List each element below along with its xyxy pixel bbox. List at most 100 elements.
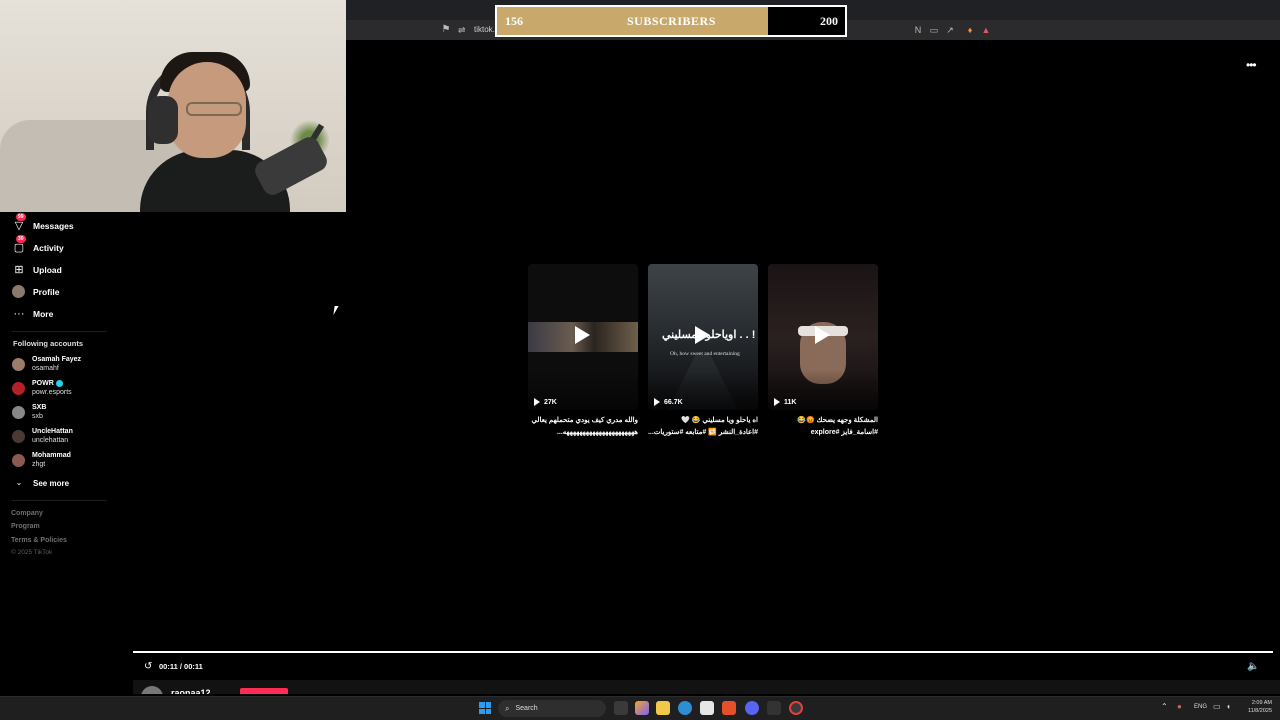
account-name: POWR xyxy=(32,380,54,387)
app-icon[interactable] xyxy=(767,701,781,715)
chevron-down-icon: ⌄ xyxy=(15,478,23,487)
webcam-feed xyxy=(0,0,346,212)
discord-icon[interactable] xyxy=(745,701,759,715)
see-more-label: See more xyxy=(33,478,70,488)
sidebar-divider xyxy=(12,331,107,332)
activity-badge: 30 xyxy=(16,235,26,243)
verified-icon xyxy=(55,379,63,387)
network-icon[interactable]: ▭ xyxy=(1213,702,1221,711)
account-handle: unclehattan xyxy=(32,437,69,444)
sidebar-item-label: Upload xyxy=(33,265,62,275)
play-icon xyxy=(695,326,710,344)
creator-username[interactable]: raonaa12 xyxy=(171,688,211,694)
account-handle: powr.esports xyxy=(32,389,72,396)
sidebar-item-label: Messages xyxy=(33,221,74,231)
video-progress-bar[interactable] xyxy=(133,651,1273,653)
sidebar-item-activity[interactable]: ▢ 30 Activity xyxy=(12,235,64,256)
view-count: 11K xyxy=(774,398,796,406)
rewards-icon[interactable]: ▲ xyxy=(980,24,992,36)
copyright-text: © 2025 TikTok xyxy=(11,549,53,556)
following-account[interactable]: SXB sxb xyxy=(12,403,46,421)
search-label: Search xyxy=(515,705,538,712)
play-count-icon xyxy=(654,398,660,406)
site-settings-icon[interactable]: ⇌ xyxy=(458,24,470,36)
play-icon xyxy=(815,326,830,344)
video-caption[interactable]: اه ياحلو ويا مسليني 😂 🤍 #اعادة_النشر 🔁 #… xyxy=(648,415,758,439)
avatar xyxy=(12,285,26,299)
account-handle: zhgt xyxy=(32,461,46,468)
edge-icon[interactable] xyxy=(678,701,692,715)
plus-square-icon: ⊞ xyxy=(14,264,24,276)
avatar[interactable] xyxy=(141,686,163,694)
sidebar-item-upload[interactable]: ⊞ Upload xyxy=(12,262,62,278)
account-handle: osamahf xyxy=(32,365,59,372)
bookmark-icon[interactable]: ⚑ xyxy=(440,24,452,36)
microphone-icon[interactable]: ● xyxy=(1177,702,1182,711)
task-view-icon[interactable] xyxy=(614,701,628,715)
cast-icon[interactable]: ▭ xyxy=(928,24,940,36)
ellipsis-icon: ··· xyxy=(13,308,25,320)
more-options-icon[interactable]: ••• xyxy=(1246,58,1257,72)
follow-button[interactable] xyxy=(240,688,288,694)
footer-link-terms[interactable]: Terms & Policies xyxy=(11,537,67,544)
sidebar-item-label: More xyxy=(33,309,54,319)
obs-icon[interactable] xyxy=(789,701,803,715)
inbox-icon: ▢ 30 xyxy=(13,235,26,254)
sidebar-item-profile[interactable]: Profile xyxy=(12,284,59,300)
sidebar-item-more[interactable]: ··· More xyxy=(12,306,54,322)
volume-icon[interactable]: 🔈 xyxy=(1247,661,1259,672)
video-card[interactable]: اوياحلو ومسليني . . ! Oh, how sweet and … xyxy=(648,264,758,410)
store-icon[interactable] xyxy=(700,701,714,715)
sidebar-item-label: Activity xyxy=(33,243,64,253)
share-icon[interactable]: ↗ xyxy=(944,24,956,36)
speaker-icon[interactable]: ◖ xyxy=(1226,702,1231,711)
video-caption[interactable]: والله مدري كيف يودي متحملهم يعالي هههههه… xyxy=(528,415,638,439)
video-caption[interactable]: المشكلة وجهه يضحك 😡😂 #اسامة_فايز #explor… xyxy=(768,415,878,439)
clock-date: 11/8/2025 xyxy=(1247,708,1272,714)
sidebar-item-messages[interactable]: ▽ 99 Messages xyxy=(12,213,74,234)
avatar xyxy=(12,381,25,395)
copilot-icon[interactable] xyxy=(635,701,649,715)
taskbar-search[interactable]: ⌕ Search xyxy=(498,700,606,717)
send-icon: ▽ 99 xyxy=(14,213,26,232)
messages-badge: 99 xyxy=(16,213,26,221)
footer-link-program[interactable]: Program xyxy=(11,523,40,530)
following-account[interactable]: POWR powr.esports xyxy=(12,379,72,397)
account-name: Mohammad xyxy=(32,452,71,459)
subscriber-goal-bar: 156 SUBSCRIBERS 200 xyxy=(495,5,847,37)
brave-shield-icon[interactable]: ♦ xyxy=(964,24,976,36)
following-account[interactable]: Mohammad zhgt xyxy=(12,451,71,469)
replay-icon[interactable]: ↺ xyxy=(144,661,152,672)
following-account[interactable]: Osamah Fayez osamahf xyxy=(12,355,81,373)
screen: ⚑ ⇌ tiktok.c 2 N ▭ ↗ ♦ ▲ 156 SUBSCRIBERS… xyxy=(0,0,1280,720)
play-icon xyxy=(575,326,590,344)
clock-time: 2:09 AM xyxy=(1251,700,1272,706)
translate-icon[interactable]: N xyxy=(912,24,924,36)
search-icon: ⌕ xyxy=(505,703,510,713)
video-overlay-subtitle: Oh, how sweet and entertaining xyxy=(670,351,740,357)
footer-link-company[interactable]: Company xyxy=(11,510,43,517)
avatar xyxy=(12,429,25,443)
video-card[interactable]: 27K xyxy=(528,264,638,410)
see-more-button[interactable]: ⌄ See more xyxy=(12,475,69,491)
account-name: SXB xyxy=(32,404,47,411)
goal-label: SUBSCRIBERS xyxy=(627,14,716,28)
following-title: Following accounts xyxy=(13,339,84,348)
windows-start-icon[interactable] xyxy=(479,702,491,714)
play-count-icon xyxy=(774,398,780,406)
sidebar-item-label: Profile xyxy=(33,287,60,297)
system-clock[interactable]: 2:09 AM 11/8/2025 xyxy=(1240,699,1272,715)
following-account[interactable]: UncleHattan unclehattan xyxy=(12,427,73,445)
avatar xyxy=(12,405,25,419)
brave-icon[interactable] xyxy=(722,701,736,715)
play-count-icon xyxy=(534,398,540,406)
language-indicator[interactable]: ENG xyxy=(1194,704,1207,710)
account-name: UncleHattan xyxy=(32,428,73,435)
account-name: Osamah Fayez xyxy=(32,356,82,363)
video-card[interactable]: 11K xyxy=(768,264,878,410)
view-count: 27K xyxy=(534,398,557,406)
goal-start-count: 156 xyxy=(505,14,523,28)
file-explorer-icon[interactable] xyxy=(656,701,670,715)
avatar xyxy=(12,357,25,371)
tray-chevron-icon[interactable]: ⌃ xyxy=(1161,702,1168,711)
